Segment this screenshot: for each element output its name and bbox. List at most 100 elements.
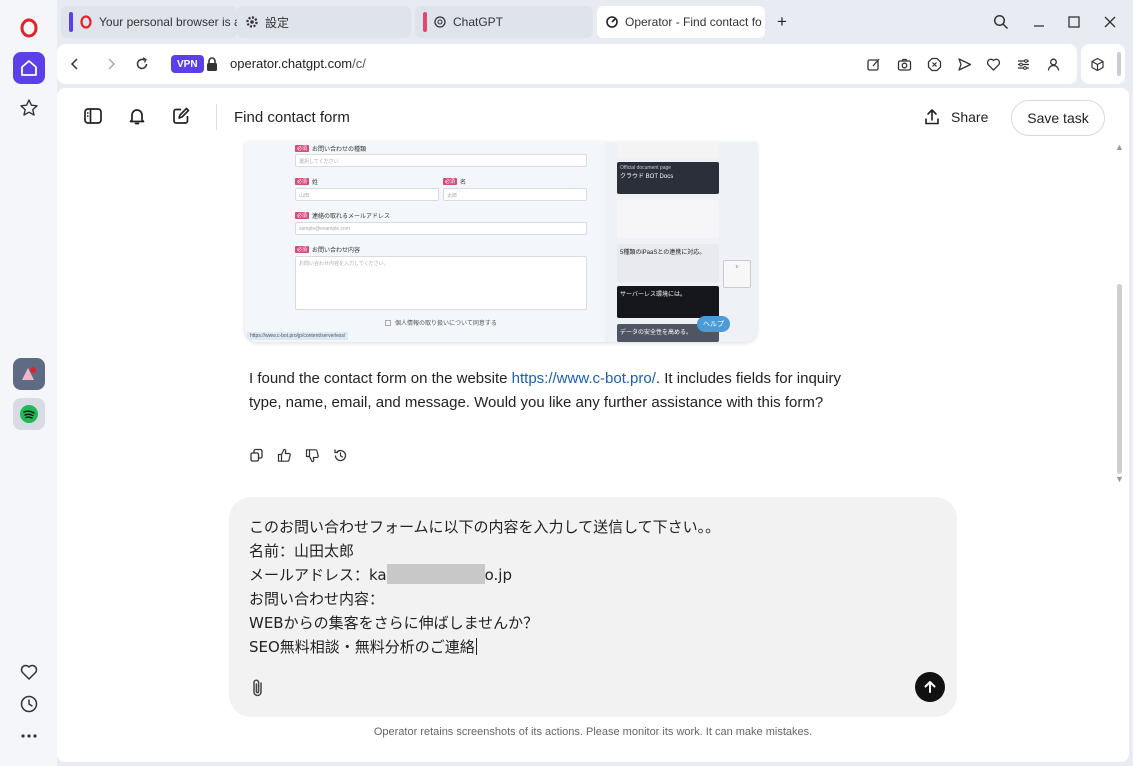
minimize-icon[interactable]: [1027, 10, 1051, 34]
share-button[interactable]: Share: [923, 108, 988, 126]
browser-screenshot[interactable]: 必須 お問い合わせの種類 選択してください 必須姓 山田 必須名 太郎 必須 連絡の…: [245, 142, 757, 342]
ad-serverless: サーバーレス環境には。: [617, 286, 719, 318]
thumbs-down-icon[interactable]: [305, 446, 333, 464]
profile-icon[interactable]: [1043, 54, 1063, 74]
forward-icon[interactable]: [101, 54, 121, 74]
star-icon[interactable]: [13, 92, 45, 124]
thumbs-up-icon[interactable]: [277, 446, 305, 464]
message-textarea: お問い合わせ内容を入力してください。: [295, 256, 587, 310]
ad-block-icon[interactable]: [924, 54, 944, 74]
status-url: https://www.c-bot.pro/jp/content/serverl…: [247, 332, 349, 340]
disclaimer: Operator retains screenshots of its acti…: [373, 726, 813, 738]
vpn-badge[interactable]: VPN: [171, 55, 204, 73]
url-host: operator.chatgpt.com: [230, 56, 353, 71]
last-name-label: 必須姓: [295, 178, 319, 186]
message-label: 必須 お問い合わせ内容: [295, 246, 361, 254]
gear-icon: [245, 15, 259, 29]
extensions-box: [1081, 44, 1125, 84]
help-button: ヘルプ: [697, 316, 730, 332]
tab-color-bar: [69, 12, 73, 32]
new-tab-button[interactable]: +: [777, 12, 787, 32]
more-icon[interactable]: [13, 720, 45, 752]
heart-icon[interactable]: [13, 656, 45, 688]
easy-setup-icon[interactable]: [1013, 54, 1033, 74]
sidebar-handle[interactable]: [1117, 52, 1121, 76]
ad-docs: Official document page クラウド BOT Docs: [617, 162, 719, 194]
share-label: Share: [951, 109, 989, 125]
contact-form-preview: 必須 お問い合わせの種類 選択してください 必須姓 山田 必須名 太郎 必須 連絡の…: [245, 142, 605, 342]
composer-line: WEBからの集客をさらに伸ばしませんか？: [249, 614, 539, 632]
tab-label: Your personal browser is a: [99, 15, 237, 29]
site-link[interactable]: https://www.c-bot.pro/: [512, 370, 656, 387]
tab-label: 設定: [265, 15, 290, 30]
composer-line: メールアドレス：ka o.jp: [249, 564, 512, 584]
tab-operator[interactable]: Operator - Find contact fo: [597, 6, 765, 38]
ad-banner-top: [617, 142, 719, 158]
notification-bell-icon[interactable]: [125, 104, 149, 128]
arrow-up-icon: [924, 681, 936, 693]
composer-line: お問い合わせ内容：: [249, 590, 385, 608]
opera-sidebar: [0, 0, 57, 766]
task-title: Find contact form: [234, 109, 350, 126]
composer-line: 名前：山田太郎: [249, 542, 355, 560]
inquiry-type-label: 必須 お問い合わせの種類: [295, 145, 367, 153]
send-button[interactable]: [915, 672, 945, 702]
opera-tab-icon: [79, 15, 93, 29]
home-icon[interactable]: [13, 52, 45, 84]
address-bar: VPN operator.chatgpt.com/c/: [57, 44, 1077, 84]
tab-chatgpt[interactable]: ChatGPT: [415, 6, 593, 38]
recaptcha-badge: ↻: [723, 260, 751, 288]
sidebar-toggle-icon[interactable]: [81, 104, 105, 128]
redacted-block: [386, 564, 485, 584]
scroll-up-icon[interactable]: ▲: [1115, 142, 1124, 152]
bookmark-heart-icon[interactable]: [983, 54, 1003, 74]
composer[interactable]: このお問い合わせフォームに以下の内容を入力して送信して下さい。。 名前：山田太郎…: [229, 497, 957, 717]
url-field[interactable]: operator.chatgpt.com/c/: [230, 56, 366, 71]
save-task-button[interactable]: Save task: [1011, 100, 1105, 136]
composer-input[interactable]: このお問い合わせフォームに以下の内容を入力して送信して下さい。。 名前：山田太郎…: [249, 515, 720, 659]
reload-icon[interactable]: [132, 54, 152, 74]
last-name-field: 山田: [295, 188, 439, 201]
spotify-icon[interactable]: [13, 398, 45, 430]
new-task-icon[interactable]: [169, 104, 193, 128]
ad-sidebar-preview: Official document page クラウド BOT Docs 5種類の…: [617, 142, 721, 342]
ad-chatgpt: [617, 200, 719, 238]
copy-icon[interactable]: [249, 446, 277, 464]
history-icon[interactable]: [13, 688, 45, 720]
extensions-cube-icon[interactable]: [1087, 54, 1107, 74]
tab-strip: Your personal browser is a 設定 ChatGPT Op…: [57, 0, 1133, 44]
maximize-icon[interactable]: [1062, 10, 1086, 34]
composer-line: このお問い合わせフォームに以下の内容を入力して送信して下さい。。: [249, 518, 721, 536]
assistant-message: I found the contact form on the website …: [249, 370, 841, 411]
paperclip-icon[interactable]: [247, 677, 269, 699]
close-window-icon[interactable]: [1098, 10, 1122, 34]
url-path: /c/: [352, 56, 366, 71]
scrollbar-thumb[interactable]: [1117, 284, 1122, 474]
snapshot-edit-icon[interactable]: [863, 54, 883, 74]
share-icon: [925, 109, 939, 125]
retry-icon[interactable]: [333, 446, 361, 464]
tab-label: ChatGPT: [453, 15, 504, 29]
lock-icon[interactable]: [205, 56, 219, 72]
email-field: sample@example.com: [295, 222, 587, 235]
composer-line: SEO無料相談・無料分析のご連絡: [249, 638, 477, 656]
tab-opera[interactable]: Your personal browser is a: [61, 6, 237, 38]
first-name-label: 必須名: [443, 178, 467, 186]
message-actions: [249, 446, 361, 464]
tab-settings[interactable]: 設定: [237, 6, 411, 38]
privacy-checkbox: 個人情報の取り扱いについて同意する: [385, 318, 497, 327]
operator-icon: [605, 15, 619, 29]
search-tabs-icon[interactable]: [989, 10, 1013, 34]
email-label: 必須 連絡の取れるメールアドレス: [295, 212, 391, 220]
pinboard-app-icon[interactable]: [13, 358, 45, 390]
text-caret: [475, 638, 477, 655]
opera-logo-icon[interactable]: [13, 12, 45, 44]
back-icon[interactable]: [65, 54, 85, 74]
scroll-down-icon[interactable]: ▼: [1115, 474, 1124, 484]
inquiry-type-select: 選択してください: [295, 154, 587, 167]
send-icon[interactable]: [954, 54, 974, 74]
tab-label: Operator - Find contact fo: [625, 15, 762, 29]
camera-icon[interactable]: [894, 54, 914, 74]
header-divider: [216, 104, 217, 130]
ad-ipaas: 5種類のiPaaSとの連携に対応。: [617, 244, 719, 282]
